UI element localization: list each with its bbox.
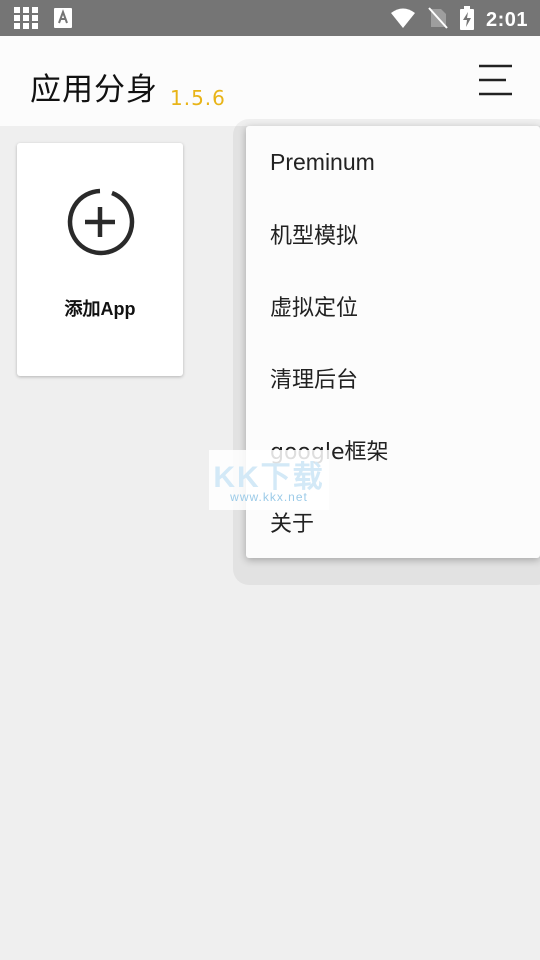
add-app-card[interactable]: 添加App <box>17 143 183 376</box>
watermark-url: www.kkx.net <box>230 490 308 504</box>
menu-item-device-simulation[interactable]: 机型模拟 <box>246 198 540 270</box>
status-bar: 2:01 <box>0 0 540 36</box>
menu-item-virtual-location[interactable]: 虚拟定位 <box>246 270 540 342</box>
main-content: 添加App Preminum 机型模拟 虚拟定位 清理后台 google框架 关… <box>0 119 540 960</box>
add-app-label: 添加App <box>64 299 136 319</box>
hamburger-menu-icon <box>476 63 514 101</box>
battery-charging-icon <box>459 6 474 34</box>
font-a-icon <box>54 8 72 32</box>
menu-item-clean-background[interactable]: 清理后台 <box>246 342 540 414</box>
wifi-icon <box>390 7 416 33</box>
menu-item-premium[interactable]: Preminum <box>246 126 540 198</box>
menu-button[interactable] <box>470 60 520 104</box>
grid-icon <box>14 7 40 33</box>
app-bar: 应用分身 1.5.6 <box>0 36 540 126</box>
app-title: 应用分身 <box>30 72 158 108</box>
no-sim-icon <box>428 7 448 33</box>
app-version: 1.5.6 <box>170 86 226 110</box>
status-time: 2:01 <box>485 8 528 31</box>
add-circle-icon <box>65 187 135 261</box>
watermark: KK下载 www.kkx.net <box>209 450 329 510</box>
